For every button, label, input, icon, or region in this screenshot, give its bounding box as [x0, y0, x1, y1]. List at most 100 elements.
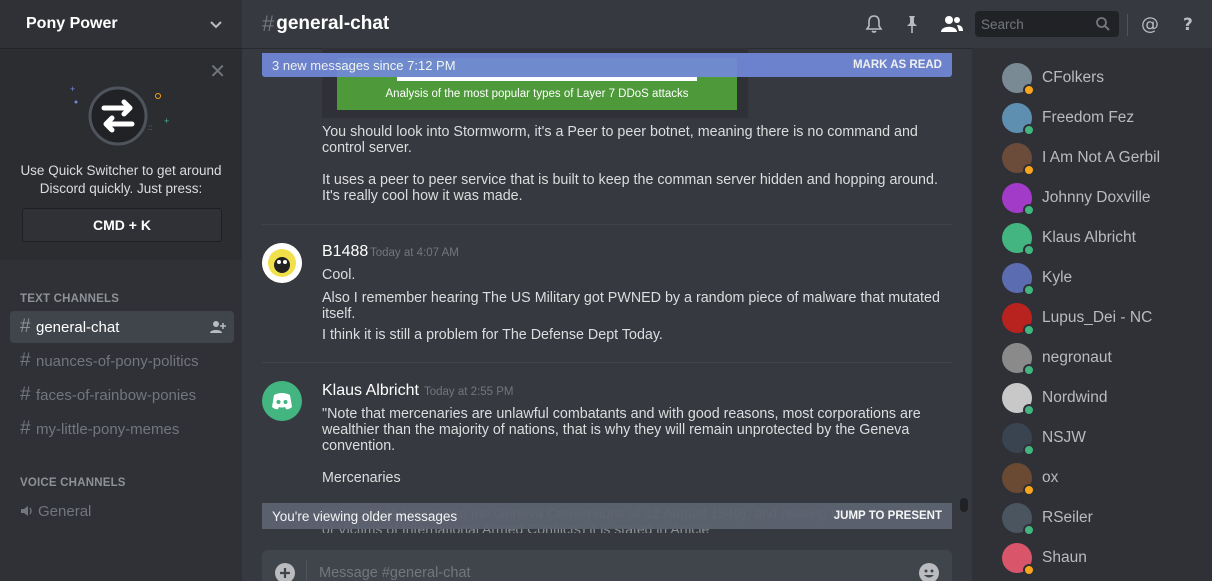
mentions-icon[interactable]: @ — [1140, 14, 1160, 34]
message-input[interactable]: Message #general-chat — [262, 550, 952, 581]
message-divider — [262, 224, 952, 225]
message-author[interactable]: B1488 — [322, 243, 368, 261]
hash-icon: # — [262, 11, 275, 36]
message-timestamp: Today at 2:55 PM — [424, 386, 514, 398]
mark-as-read-button[interactable]: MARK AS READ — [853, 59, 942, 71]
quick-switcher-shortcut-button[interactable]: CMD + K — [22, 208, 222, 242]
message-author[interactable]: Klaus Albricht — [322, 382, 419, 400]
message-input-placeholder: Message #general-chat — [319, 565, 471, 581]
member-item[interactable]: Lupus_Dei - NC — [1002, 302, 1152, 336]
voice-channels-category[interactable]: VOICE CHANNELS — [20, 477, 126, 489]
b1488-avatar-image — [262, 243, 302, 283]
hash-icon: # — [20, 316, 31, 337]
avatar — [1002, 103, 1035, 136]
channel-label: general-chat — [36, 318, 120, 336]
bell-icon[interactable] — [864, 14, 884, 34]
message-text: It uses a peer to peer service that is b… — [322, 172, 938, 204]
member-item[interactable]: Freedom Fez — [1002, 102, 1135, 136]
member-item[interactable]: ox — [1002, 462, 1059, 496]
message-text: You should look into Stormworm, it's a P… — [322, 124, 918, 156]
member-name: I Am Not A Gerbil — [1042, 149, 1161, 166]
member-item[interactable]: I Am Not A Gerbil — [1002, 142, 1161, 176]
hash-icon: # — [20, 418, 31, 439]
quick-switcher-icon: + + :: — [70, 84, 169, 146]
message-text: "Note that mercenaries are unlawful comb… — [322, 406, 921, 454]
voice-channel-general[interactable]: General — [10, 495, 234, 527]
svg-text:+: + — [70, 84, 75, 94]
message-text: Mercenaries — [322, 470, 401, 486]
members-icon[interactable] — [940, 14, 964, 34]
member-name: Shaun — [1042, 549, 1087, 566]
message-text: Cool. — [322, 267, 356, 283]
add-attachment-icon[interactable] — [274, 562, 296, 581]
member-item[interactable]: Klaus Albricht — [1002, 222, 1136, 256]
status-indicator — [1023, 244, 1035, 256]
avatar — [1002, 543, 1035, 576]
older-messages-text: You're viewing older messages — [272, 508, 458, 524]
channel-label: my-little-pony-memes — [36, 420, 180, 438]
member-item[interactable]: Johnny Doxville — [1002, 182, 1151, 216]
channel-faces-of-rainbow-ponies[interactable]: # faces-of-rainbow-ponies — [10, 379, 234, 411]
message-timestamp: Today at 4:07 AM — [370, 247, 459, 259]
channel-sidebar: Pony Power ✕ + + :: Use Quick Switcher t… — [0, 0, 242, 581]
channel-title: general-chat — [276, 13, 390, 34]
member-item[interactable]: Nordwind — [1002, 382, 1108, 416]
member-item[interactable]: NSJW — [1002, 422, 1086, 456]
avatar — [1002, 423, 1035, 456]
message-text: Also I remember hearing The US Military … — [322, 290, 940, 322]
member-item[interactable]: RSeiler — [1002, 502, 1093, 536]
close-icon[interactable]: ✕ — [209, 62, 226, 82]
member-name: Johnny Doxville — [1042, 189, 1151, 206]
message-scrollbar-thumb[interactable] — [960, 498, 968, 512]
channel-my-little-pony-memes[interactable]: # my-little-pony-memes — [10, 413, 234, 445]
avatar — [1002, 463, 1035, 496]
quick-switcher-tip: ✕ + + :: Use Quick Switcher to get aroun… — [0, 50, 242, 260]
new-messages-text: 3 new messages since 7:12 PM — [272, 57, 456, 73]
header-divider — [1127, 14, 1128, 36]
member-item[interactable]: CFolkers — [1002, 62, 1104, 96]
member-name: Klaus Albricht — [1042, 229, 1136, 246]
avatar[interactable] — [262, 243, 302, 283]
member-item[interactable]: negronaut — [1002, 342, 1112, 376]
avatar — [1002, 383, 1035, 416]
channel-label: nuances-of-pony-politics — [36, 352, 199, 370]
add-user-icon[interactable] — [210, 319, 226, 335]
avatar[interactable] — [262, 381, 302, 421]
svg-text:@: @ — [1141, 14, 1159, 34]
jump-to-present-button[interactable]: JUMP TO PRESENT — [834, 510, 942, 522]
member-item[interactable]: Shaun — [1002, 542, 1087, 576]
emoji-icon[interactable] — [918, 562, 940, 581]
channel-label: General — [38, 502, 92, 520]
pin-icon[interactable] — [902, 14, 922, 34]
text-channels-category[interactable]: TEXT CHANNELS — [20, 293, 119, 305]
status-indicator — [1023, 164, 1035, 176]
search-input[interactable]: Search — [975, 11, 1119, 37]
svg-text:::: :: — [148, 123, 152, 132]
member-name: Freedom Fez — [1042, 109, 1135, 126]
new-messages-bar[interactable]: 3 new messages since 7:12 PM MARK AS REA… — [262, 53, 952, 77]
speaker-icon — [21, 506, 32, 516]
message-list[interactable]: Analysis of the most popular types of La… — [242, 48, 972, 533]
status-indicator — [1023, 524, 1035, 536]
status-indicator — [1023, 364, 1035, 376]
channel-general-chat[interactable]: # general-chat — [10, 311, 234, 343]
quick-switcher-text: Use Quick Switcher to get around Discord… — [20, 163, 222, 196]
member-list: CFolkers Freedom Fez I Am Not A Gerbil John… — [972, 48, 1212, 581]
member-name: ox — [1042, 469, 1059, 486]
avatar — [1002, 183, 1035, 216]
avatar — [1002, 303, 1035, 336]
server-header[interactable]: Pony Power — [0, 0, 242, 48]
avatar — [1002, 263, 1035, 296]
status-indicator — [1023, 444, 1035, 456]
member-name: negronaut — [1042, 349, 1112, 366]
member-name: Nordwind — [1042, 389, 1108, 406]
status-indicator — [1023, 84, 1035, 96]
embed-caption: Analysis of the most popular types of La… — [385, 88, 689, 100]
older-messages-bar[interactable]: You're viewing older messages JUMP TO PR… — [262, 503, 952, 529]
channel-nuances-of-pony-politics[interactable]: # nuances-of-pony-politics — [10, 345, 234, 377]
chevron-down-icon[interactable] — [206, 14, 226, 34]
member-item[interactable]: Kyle — [1002, 262, 1072, 296]
discord-logo-icon — [272, 393, 292, 410]
help-icon[interactable]: ? — [1178, 14, 1198, 34]
status-indicator — [1023, 204, 1035, 216]
